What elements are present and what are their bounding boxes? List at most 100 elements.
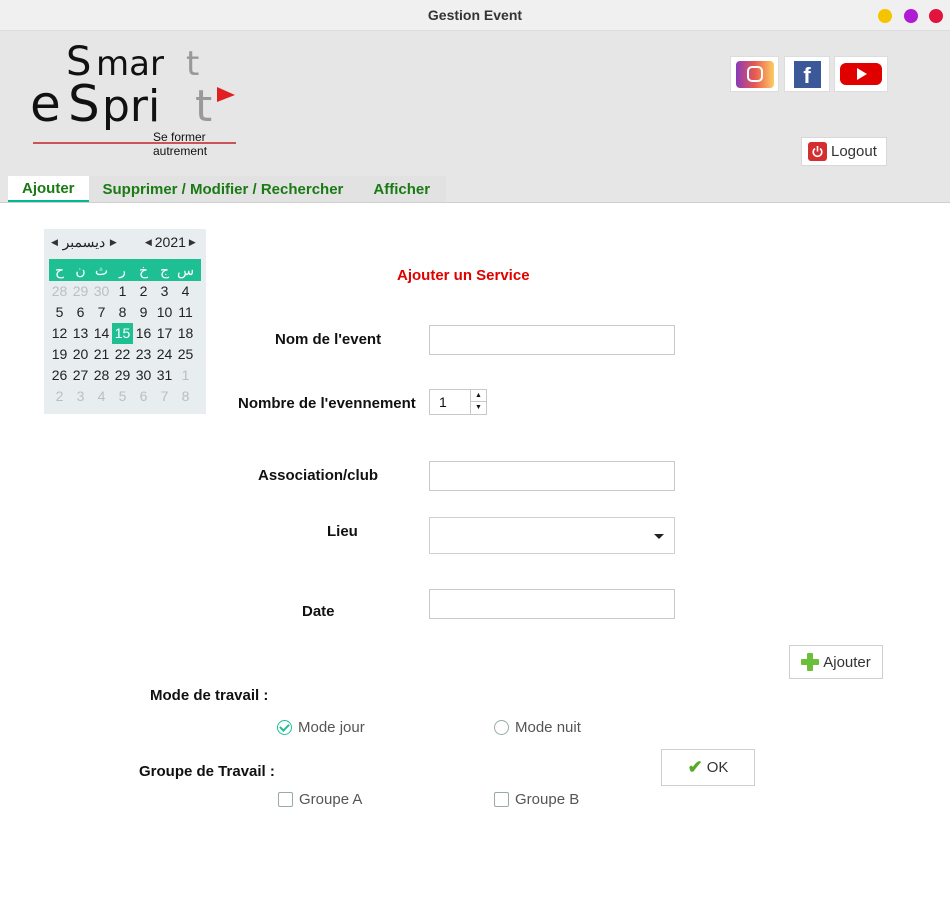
prev-month-icon[interactable]: ◀	[48, 237, 61, 248]
power-icon	[808, 142, 827, 161]
calendar-widget[interactable]: ◀ ديسمبر ▶ ◀ 2021 ▶ ح ن ث ر خ ج س 28 29 30…	[44, 229, 206, 414]
nom-event-input[interactable]	[429, 325, 675, 355]
instagram-button[interactable]	[730, 56, 779, 92]
calendar-day[interactable]: 2	[49, 386, 70, 407]
calendar-day[interactable]: 1	[112, 281, 133, 302]
calendar-day[interactable]: 3	[70, 386, 91, 407]
calendar-day[interactable]: 29	[70, 281, 91, 302]
ok-button[interactable]: ✔ OK	[661, 749, 755, 786]
mode-nuit-label: Mode nuit	[515, 719, 581, 736]
calendar-day[interactable]: 13	[70, 323, 91, 344]
tab-afficher[interactable]: Afficher	[357, 176, 447, 203]
calendar-day[interactable]: 17	[154, 323, 175, 344]
calendar-day[interactable]: 6	[133, 386, 154, 407]
calendar-day[interactable]: 16	[133, 323, 154, 344]
mode-jour-radio[interactable]: Mode jour	[277, 719, 365, 736]
spinner-down-icon[interactable]: ▼	[471, 402, 486, 414]
youtube-icon	[840, 63, 882, 85]
calendar-day[interactable]: 19	[49, 344, 70, 365]
radio-checked-icon	[277, 720, 292, 735]
section-title: Ajouter un Service	[397, 267, 530, 284]
date-label: Date	[302, 603, 335, 620]
calendar-day[interactable]: 21	[91, 344, 112, 365]
calendar-day[interactable]: 26	[49, 365, 70, 386]
calendar-day[interactable]: 3	[154, 281, 175, 302]
spinner-value: 1	[439, 394, 447, 410]
tab-supprimer-modifier-rechercher[interactable]: Supprimer / Modifier / Rechercher	[88, 176, 358, 203]
minimize-button[interactable]	[878, 9, 892, 23]
next-month-icon[interactable]: ▶	[107, 237, 120, 248]
calendar-day[interactable]: 28	[91, 365, 112, 386]
calendar-day[interactable]: 31	[154, 365, 175, 386]
calendar-day[interactable]: 29	[112, 365, 133, 386]
lieu-dropdown[interactable]	[429, 517, 675, 554]
spinner-up-icon[interactable]: ▲	[471, 390, 486, 402]
calendar-day[interactable]: 22	[112, 344, 133, 365]
nombre-evennement-spinner[interactable]: 1 ▲ ▼	[429, 389, 487, 415]
tab-ajouter[interactable]: Ajouter	[8, 176, 89, 203]
calendar-day[interactable]: 27	[70, 365, 91, 386]
calendar-day[interactable]: 28	[49, 281, 70, 302]
facebook-button[interactable]: f	[784, 56, 830, 92]
calendar-day[interactable]: 10	[154, 302, 175, 323]
checkbox-icon	[278, 792, 293, 807]
calendar-month: ديسمبر	[62, 233, 106, 250]
calendar-day[interactable]: 11	[175, 302, 196, 323]
youtube-button[interactable]	[834, 56, 888, 92]
calendar-day[interactable]: 12	[49, 323, 70, 344]
lieu-label: Lieu	[327, 523, 358, 540]
weekday-label: ج	[159, 261, 170, 278]
instagram-icon	[735, 60, 774, 88]
association-club-input[interactable]	[429, 461, 675, 491]
calendar-day[interactable]: 4	[175, 281, 196, 302]
calendar-day[interactable]: 24	[154, 344, 175, 365]
groupe-b-label: Groupe B	[515, 791, 580, 808]
groupe-a-label: Groupe A	[299, 791, 363, 808]
calendar-day[interactable]: 4	[91, 386, 112, 407]
facebook-icon: f	[793, 60, 821, 88]
association-club-label: Association/club	[258, 467, 379, 484]
calendar-day[interactable]: 7	[91, 302, 112, 323]
esprit-logo: S mar t e S pri t Se former autrement	[30, 39, 245, 158]
calendar-day[interactable]: 7	[154, 386, 175, 407]
calendar-day[interactable]: 6	[70, 302, 91, 323]
calendar-day[interactable]: 5	[49, 302, 70, 323]
mode-nuit-radio[interactable]: Mode nuit	[494, 719, 581, 736]
calendar-day[interactable]: 8	[112, 302, 133, 323]
calendar-day[interactable]: 30	[91, 281, 112, 302]
calendar-day[interactable]: 30	[133, 365, 154, 386]
calendar-day[interactable]: 5	[112, 386, 133, 407]
spinner-buttons: ▲ ▼	[470, 390, 486, 414]
groupe-b-checkbox[interactable]: Groupe B	[494, 791, 579, 808]
maximize-button[interactable]	[904, 9, 918, 23]
svg-text:mar: mar	[96, 44, 164, 84]
ok-label: OK	[706, 759, 729, 776]
calendar-day[interactable]: 25	[175, 344, 196, 365]
calendar-weekday-header: ح ن ث ر خ ج س	[49, 259, 201, 281]
prev-year-icon[interactable]: ◀	[142, 237, 155, 248]
logout-button[interactable]: Logout	[801, 137, 887, 166]
ajouter-button[interactable]: Ajouter	[789, 645, 883, 679]
groupe-a-checkbox[interactable]: Groupe A	[278, 791, 362, 808]
checkmark-icon: ✔	[687, 757, 703, 777]
calendar-day[interactable]: 20	[70, 344, 91, 365]
calendar-day[interactable]: 9	[133, 302, 154, 323]
calendar-day[interactable]: 18	[175, 323, 196, 344]
window-titlebar: Gestion Event	[0, 0, 950, 31]
radio-unchecked-icon	[494, 720, 509, 735]
date-input[interactable]	[429, 589, 675, 619]
calendar-day[interactable]: 1	[175, 365, 196, 386]
next-year-icon[interactable]: ▶	[186, 237, 199, 248]
weekday-label: ث	[94, 261, 109, 278]
svg-text:pri: pri	[102, 81, 160, 132]
calendar-day[interactable]: 14	[91, 323, 112, 344]
close-button[interactable]	[929, 9, 943, 23]
calendar-day[interactable]: 2	[133, 281, 154, 302]
calendar-nav: ◀ ديسمبر ▶ ◀ 2021 ▶	[44, 229, 206, 255]
calendar-day[interactable]: 23	[133, 344, 154, 365]
calendar-day[interactable]: 8	[175, 386, 196, 407]
logo-tagline: Se former autrement	[153, 130, 208, 158]
checkbox-icon	[494, 792, 509, 807]
calendar-day[interactable]: 15	[112, 323, 133, 344]
weekday-label: ن	[75, 261, 86, 278]
